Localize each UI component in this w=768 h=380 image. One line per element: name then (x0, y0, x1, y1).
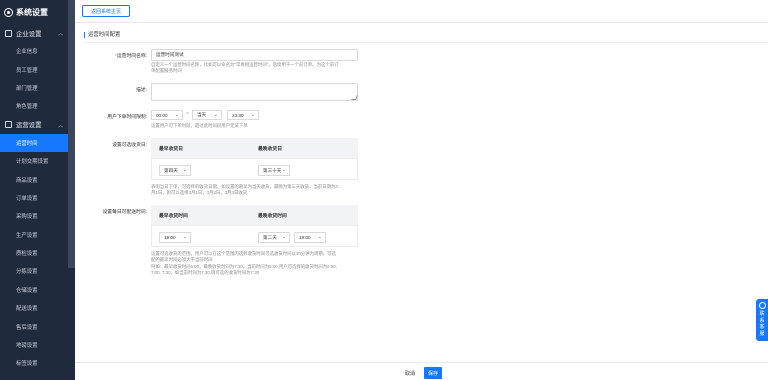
name-label: *运营时间名称: (115, 54, 147, 59)
earliest-delivery-time-select[interactable]: 19:00 ⌄ (159, 232, 191, 243)
customer-service-tab[interactable]: 联系客服 (756, 299, 768, 341)
back-to-home-button[interactable]: 返回系统主页 (82, 5, 130, 17)
chevron-up-icon: ︿ (57, 122, 63, 129)
receive-date-label: 设置可选收货日: (112, 143, 147, 148)
description-label: 描述: (136, 88, 147, 93)
save-button[interactable]: 保存 (424, 367, 442, 379)
cancel-button[interactable]: 取消 (400, 367, 420, 379)
sidebar-item-aftersale[interactable]: 售后设置 (0, 317, 75, 335)
order-day-select[interactable]: 当天 ⌄ (192, 110, 222, 120)
headset-icon (758, 302, 766, 309)
sidebar-item-production[interactable]: 生产设置 (0, 226, 75, 244)
sidebar-item-staff[interactable]: 员工管理 (0, 60, 75, 78)
latest-receive-day-value: 第三十天 (263, 167, 282, 173)
sidebar-group-enterprise[interactable]: 企业设置 ︿ (0, 24, 75, 42)
chevron-up-icon: ︿ (57, 31, 63, 37)
operations-icon (5, 121, 12, 129)
name-hint-2: 单配置服务时间 (151, 68, 182, 73)
earliest-delivery-time-value: 19:00 (164, 235, 176, 240)
description-textarea[interactable] (151, 83, 358, 101)
order-end-value: 23:30 (232, 112, 244, 118)
sidebar-item-label[interactable]: 标签设置 (0, 354, 75, 372)
sidebar-group-operations[interactable]: 运营设置 ︿ (0, 116, 75, 134)
delivery-time-label: 设置每日可配送时间: (102, 210, 147, 215)
sidebar-item-sorting[interactable]: 分拣设置 (0, 262, 75, 280)
sidebar-item-order[interactable]: 订单设置 (0, 189, 75, 207)
sidebar-item-department[interactable]: 部门管理 (0, 79, 75, 97)
sidebar-item-operating-time[interactable]: 运营时间 (0, 133, 69, 152)
app-title-bar: 系统设置 (0, 0, 75, 24)
footer-divider (75, 362, 768, 363)
order-limit-label: 用户下单时间限制: (107, 115, 147, 120)
chevron-down-icon: ⌄ (250, 112, 255, 118)
order-limit-hint: 设置用户可下单时段，超过此时间段用户无法下单 (151, 123, 248, 128)
sidebar-item-roles[interactable]: 角色管理 (0, 97, 75, 115)
sidebar-item-storage[interactable]: 仓储设置 (0, 281, 75, 299)
latest-delivery-day-value: 第二天 (263, 234, 277, 240)
chevron-down-icon: ⌄ (182, 234, 187, 240)
order-start-value: 00:00 (156, 112, 168, 118)
range-separator: ~ (186, 111, 189, 117)
latest-receive-day-select[interactable]: 第三十天 ⌄ (258, 165, 290, 176)
receive-date-col-earliest: 最早收货日 (159, 147, 183, 152)
sidebar-item-distribution[interactable]: 配送设置 (0, 299, 75, 317)
name-input[interactable]: 运营时间测试 (151, 49, 358, 61)
sidebar: 系统设置 企业设置 ︿ 企业信息 员工管理 部门管理 角色管理 运营设置 ︿ 运… (0, 0, 75, 380)
sidebar-group-label: 运营设置 (16, 122, 42, 130)
customer-service-label: 联系客服 (759, 311, 765, 337)
receive-date-hint-2: 月1日，则可以选择3月1日，3月2日，3月3日收货 (151, 190, 248, 195)
sidebar-item-delivery-plan[interactable]: 计划交期设置 (0, 152, 75, 170)
sidebar-item-company-info[interactable]: 企业信息 (0, 42, 75, 60)
order-day-value: 当天 (197, 112, 207, 117)
delivery-time-hint-4: 7:00, 7:30，如当前时间为7:30,则可选的收货时间为7:30 (151, 270, 260, 275)
section-title: 运营时间配置 (84, 32, 120, 38)
chevron-down-icon: ⌄ (174, 112, 179, 118)
latest-delivery-day-select[interactable]: 第二天 ⌄ (258, 232, 290, 243)
sidebar-item-quality[interactable]: 质检设置 (0, 244, 75, 262)
delivery-time-hint-2: 配的最早时间必须大于当前时间 (151, 257, 213, 262)
latest-delivery-time-value: 19:00 (299, 235, 311, 240)
sidebar-scrollbar[interactable] (68, 0, 75, 268)
earliest-receive-day-select[interactable]: 第四天 ⌄ (159, 165, 191, 176)
chevron-down-icon: ⌄ (317, 234, 322, 240)
sidebar-item-product[interactable]: 商品设置 (0, 170, 75, 188)
chevron-down-icon: ⌄ (281, 234, 286, 240)
enterprise-icon (5, 29, 12, 37)
sidebar-group-label: 企业设置 (16, 30, 42, 38)
chevron-down-icon: ⌄ (182, 167, 187, 173)
app-title: 系统设置 (16, 7, 48, 17)
latest-delivery-time-select[interactable]: 19:00 ⌄ (294, 232, 326, 243)
sidebar-item-purchase[interactable]: 采购设置 (0, 207, 75, 225)
section-divider (84, 42, 768, 43)
header-divider (75, 22, 768, 23)
delivery-time-col-earliest: 最早收货时间 (159, 214, 188, 219)
chevron-down-icon: ⌄ (281, 167, 286, 173)
order-end-select[interactable]: 23:30 ⌄ (227, 110, 259, 120)
settings-logo-icon (4, 7, 13, 17)
delivery-time-col-latest: 最晚收货时间 (258, 214, 287, 219)
order-start-select[interactable]: 00:00 ⌄ (151, 110, 183, 120)
chevron-down-icon: ⌄ (213, 112, 218, 118)
earliest-receive-day-value: 第四天 (164, 167, 178, 173)
receive-date-col-latest: 最晚收货日 (258, 147, 282, 152)
sidebar-item-scale[interactable]: 地磅设置 (0, 336, 75, 354)
